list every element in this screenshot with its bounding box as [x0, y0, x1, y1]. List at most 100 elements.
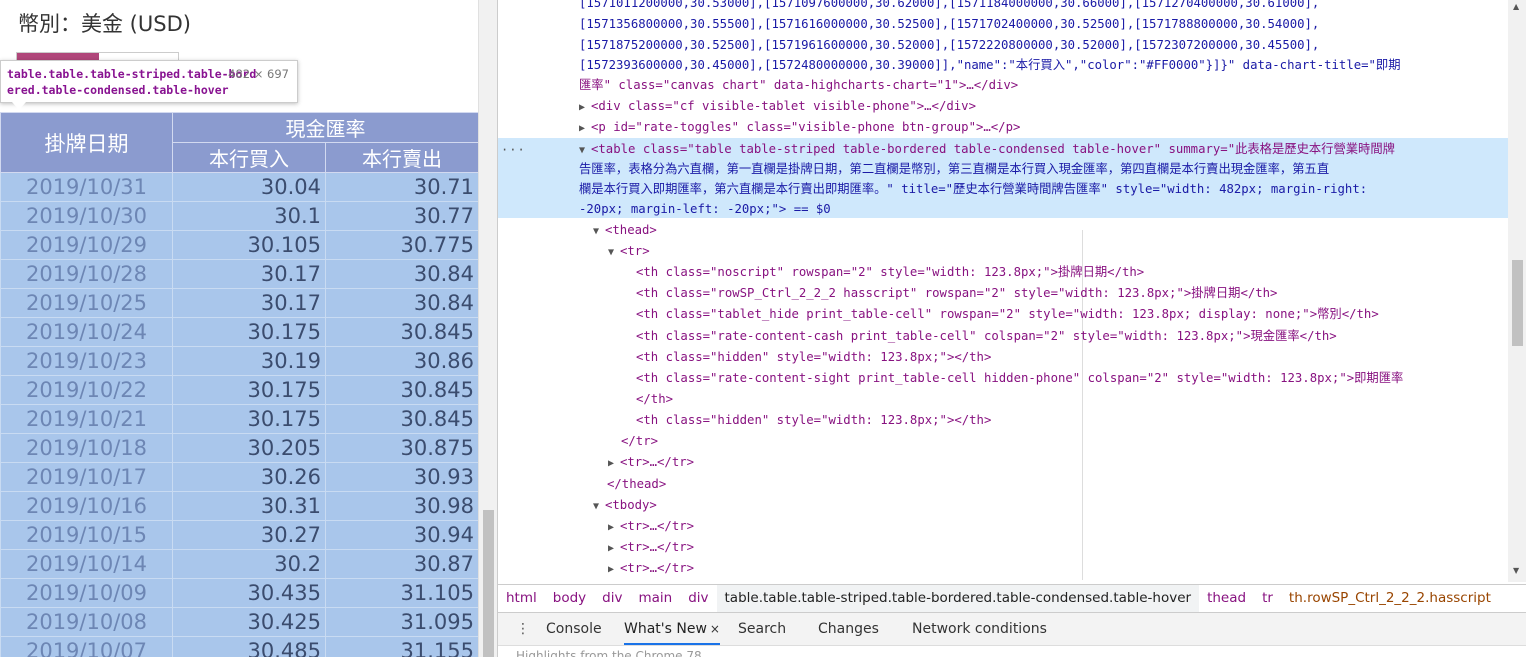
cell-buy: 30.19	[172, 346, 326, 376]
node-th-5[interactable]: <th class="hidden" style="width: 123.8px…	[636, 347, 1508, 368]
cell-buy: 30.175	[172, 404, 326, 434]
tooltip-arrow	[12, 102, 26, 110]
expand-triangle-icon[interactable]: ▶	[608, 454, 620, 475]
node-tbody-tr-2[interactable]: ▶ <tr>…</tr>	[608, 537, 1508, 560]
rate-history-table: 掛牌日期 現金匯率 本行買入 本行賣出 2019/10/31 30.04 30.71…	[0, 112, 478, 657]
node-th-7[interactable]: <th class="hidden" style="width: 123.8px…	[636, 410, 1508, 431]
cell-sell: 30.84	[325, 288, 478, 318]
elements-scrollbar[interactable]: ▲ ▼	[1508, 0, 1526, 582]
cell-date: 2019/10/21	[0, 404, 173, 434]
elements-scrollbar-thumb[interactable]	[1512, 260, 1523, 346]
cell-sell: 30.845	[325, 317, 478, 347]
cell-date: 2019/10/17	[0, 462, 173, 492]
table-row: 2019/10/21 30.175 30.845	[0, 404, 478, 434]
node-p-rate-toggles[interactable]: ▶ <p id="rate-toggles" class="visible-pho…	[579, 117, 1508, 140]
table-row: 2019/10/17 30.26 30.93	[0, 462, 478, 492]
code-line-data-1[interactable]: [1571011200000,30.53000],[1571097600000,…	[579, 0, 1508, 14]
breadcrumb-thead[interactable]: thead	[1199, 585, 1254, 612]
cell-sell: 30.875	[325, 433, 478, 463]
scroll-up-arrow-icon[interactable]: ▲	[1513, 2, 1519, 11]
elements-tree[interactable]: ··· [1571011200000,30.53000],[1571097600…	[498, 0, 1508, 582]
collapse-triangle-icon[interactable]: ▼	[608, 243, 620, 264]
node-th-4[interactable]: <th class="rate-content-cash print_table…	[636, 326, 1508, 347]
tab-whats-new[interactable]: What's New ×	[624, 613, 720, 645]
breadcrumb-th[interactable]: th.rowSP_Ctrl_2_2_2.hasscript	[1281, 585, 1499, 612]
header-date: 掛牌日期	[0, 112, 173, 173]
table-row: 2019/10/08 30.425 31.095	[0, 607, 478, 637]
node-tbody-tr-1[interactable]: ▶ <tr>…</tr>	[608, 516, 1508, 539]
cell-date: 2019/10/31	[0, 172, 173, 202]
page-scrollbar-thumb[interactable]	[483, 510, 494, 657]
cell-sell: 30.87	[325, 549, 478, 579]
cell-buy: 30.26	[172, 462, 326, 492]
cell-buy: 30.175	[172, 317, 326, 347]
code-line-data-3[interactable]: [1571875200000,30.52500],[1571961600000,…	[579, 35, 1508, 56]
node-th-3[interactable]: <th class="tablet_hide print_table-cell"…	[636, 304, 1508, 325]
cell-sell: 30.77	[325, 201, 478, 231]
breadcrumb-tr[interactable]: tr	[1254, 585, 1281, 612]
expand-triangle-icon[interactable]: ▶	[608, 518, 620, 539]
breadcrumb-body[interactable]: body	[545, 585, 594, 612]
tab-search[interactable]: Search	[738, 613, 786, 645]
node-th-1[interactable]: <th class="noscript" rowspan="2" style="…	[636, 262, 1508, 283]
expand-triangle-icon[interactable]: ▶	[608, 539, 620, 560]
node-div-cf[interactable]: ▶ <div class="cf visible-tablet visible-p…	[579, 96, 1508, 119]
drawer-tab-bar: ⋮ Console What's New × Search Changes Net…	[498, 612, 1526, 645]
code-line-data-5[interactable]: 匯率" class="canvas chart" data-highcharts…	[579, 75, 1508, 96]
table-row: 2019/10/31 30.04 30.71	[0, 172, 478, 202]
node-th-2[interactable]: <th class="rowSP_Ctrl_2_2_2 hasscript" r…	[636, 283, 1508, 304]
scroll-down-arrow-icon[interactable]: ▼	[1513, 566, 1519, 575]
cell-buy: 30.17	[172, 259, 326, 289]
expand-triangle-icon[interactable]: ▶	[579, 119, 591, 140]
cell-buy: 30.425	[172, 607, 326, 637]
cell-sell: 31.105	[325, 578, 478, 608]
cell-date: 2019/10/23	[0, 346, 173, 376]
header-cash-rate: 現金匯率	[172, 112, 478, 143]
cell-buy: 30.17	[172, 288, 326, 318]
node-thead[interactable]: ▼ <thead>	[593, 220, 1508, 243]
node-tr-close: </tr>	[621, 434, 659, 448]
cell-date: 2019/10/07	[0, 636, 173, 657]
currency-title: 幣別：美金 (USD)	[18, 12, 191, 36]
node-tbody[interactable]: ▼ <tbody>	[593, 495, 1508, 518]
cell-buy: 30.2	[172, 549, 326, 579]
expand-triangle-icon[interactable]: ▶	[579, 98, 591, 119]
collapse-triangle-icon[interactable]: ▼	[593, 222, 605, 243]
tab-whats-new-label: What's New	[624, 621, 707, 637]
cell-buy: 30.105	[172, 230, 326, 260]
breadcrumb-div-2[interactable]: div	[680, 585, 716, 612]
code-line-data-4[interactable]: [1572393600000,30.45000],[1572480000000,…	[579, 55, 1508, 76]
cell-sell: 31.095	[325, 607, 478, 637]
cell-buy: 30.435	[172, 578, 326, 608]
node-thead-close: </thead>	[607, 477, 667, 491]
cell-sell: 30.94	[325, 520, 478, 550]
breadcrumb-div[interactable]: div	[594, 585, 630, 612]
node-tbody-tr-3[interactable]: ▶ <tr>…</tr>	[608, 558, 1508, 581]
cell-date: 2019/10/08	[0, 607, 173, 637]
cell-sell: 30.845	[325, 375, 478, 405]
table-row: 2019/10/23 30.19 30.86	[0, 346, 478, 376]
cell-sell: 30.845	[325, 404, 478, 434]
node-actions-dots[interactable]: ···	[501, 140, 526, 161]
code-line-data-2[interactable]: [1571356800000,30.55500],[1571616000000,…	[579, 14, 1508, 35]
breadcrumb-table[interactable]: table.table.table-striped.table-bordered…	[716, 585, 1200, 612]
breadcrumb-html[interactable]: html	[498, 585, 545, 612]
node-tr[interactable]: ▼ <tr>	[608, 241, 1508, 264]
tab-network-conditions[interactable]: Network conditions	[912, 613, 1047, 645]
table-row: 2019/10/28 30.17 30.84	[0, 259, 478, 289]
node-th-6[interactable]: <th class="rate-content-sight print_tabl…	[636, 368, 1508, 389]
close-icon[interactable]: ×	[710, 622, 720, 636]
cell-date: 2019/10/28	[0, 259, 173, 289]
dom-breadcrumb: html body div main div table.table.table-stri…	[498, 584, 1526, 612]
table-row: 2019/10/15 30.27 30.94	[0, 520, 478, 550]
collapse-triangle-icon[interactable]: ▼	[593, 497, 605, 518]
cell-date: 2019/10/30	[0, 201, 173, 231]
expand-triangle-icon[interactable]: ▶	[608, 560, 620, 581]
drawer-menu-icon[interactable]: ⋮	[516, 613, 530, 645]
cell-date: 2019/10/18	[0, 433, 173, 463]
node-tr-collapsed[interactable]: ▶ <tr>…</tr>	[608, 452, 1508, 475]
tab-console[interactable]: Console	[546, 613, 602, 645]
page-scrollbar[interactable]	[478, 0, 497, 657]
breadcrumb-main[interactable]: main	[630, 585, 680, 612]
tab-changes[interactable]: Changes	[818, 613, 879, 645]
